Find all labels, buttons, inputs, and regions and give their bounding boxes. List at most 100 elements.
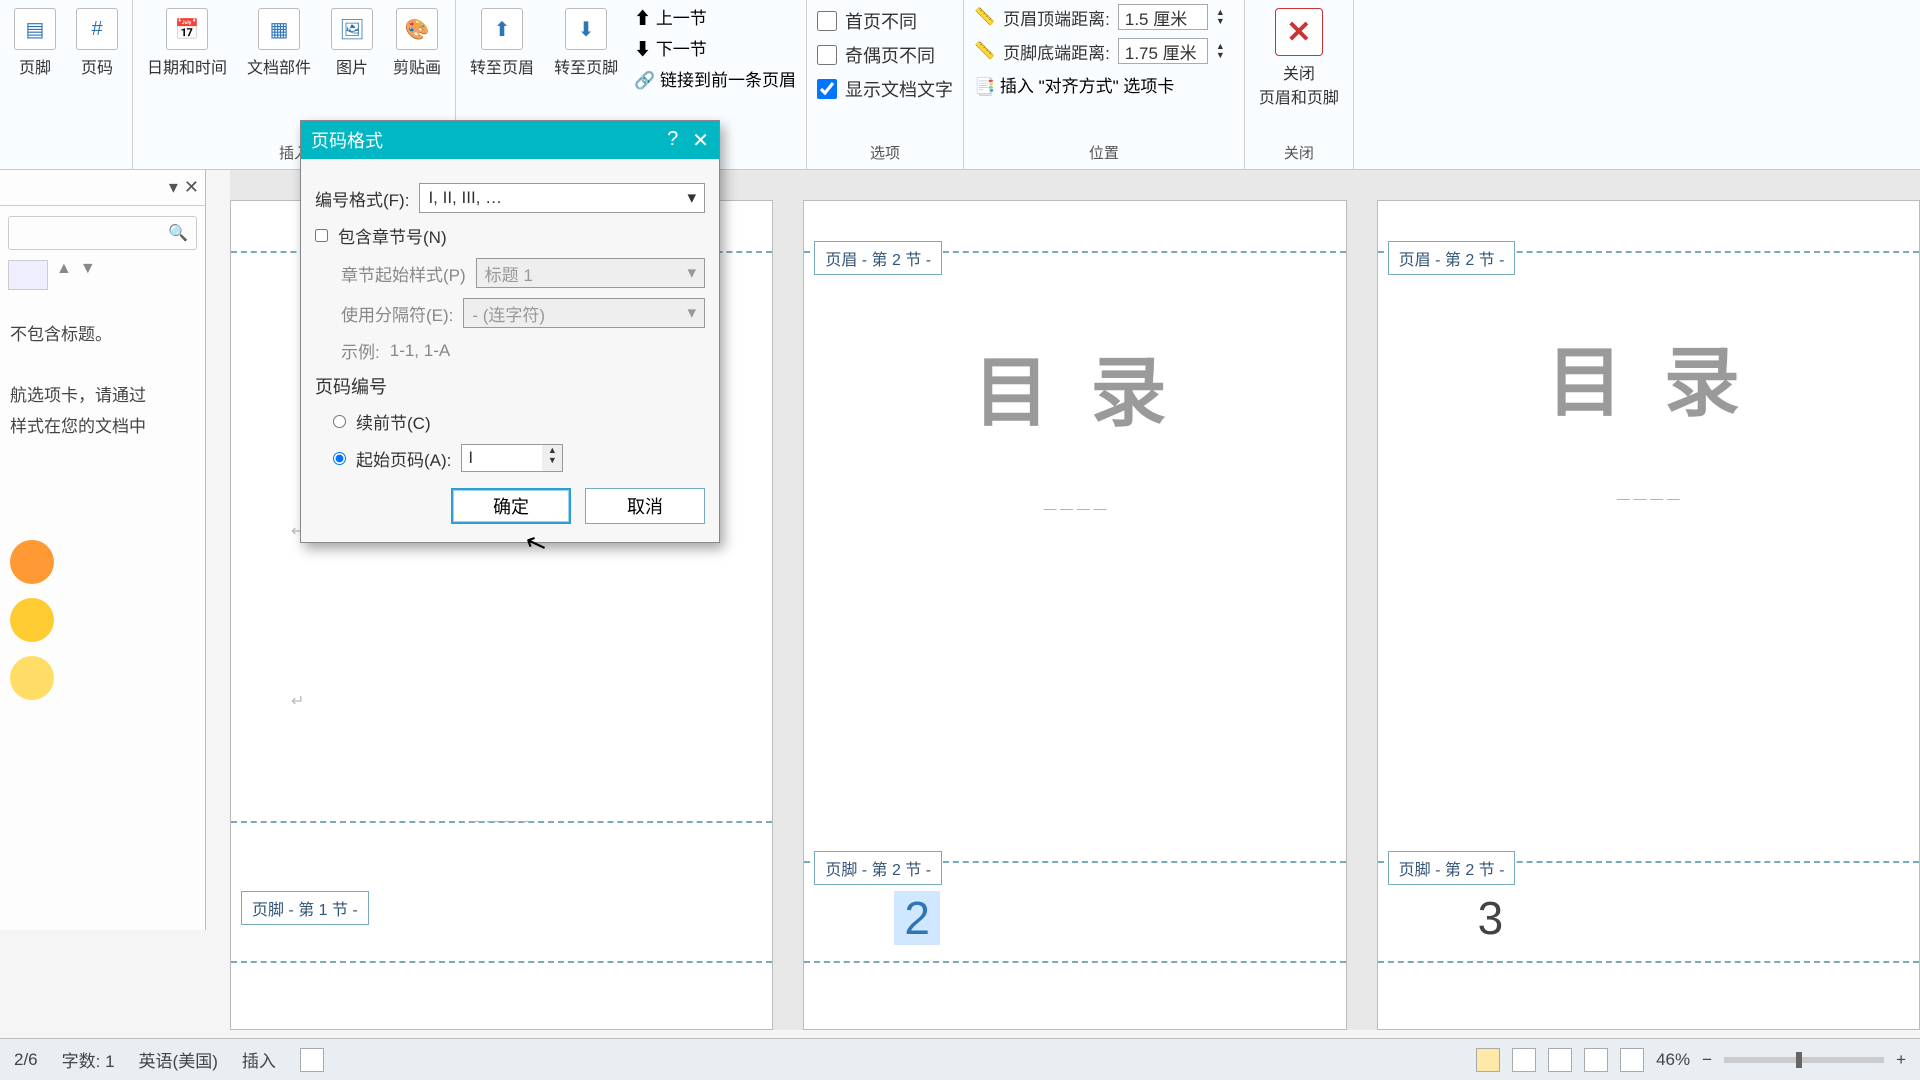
number-format-label: 编号格式(F): <box>315 186 409 211</box>
cancel-button[interactable]: 取消 <box>585 488 705 524</box>
status-page[interactable]: 2/6 <box>14 1050 38 1070</box>
page-3[interactable]: 页眉 - 第 2 节 - 目 录 — — — — 页脚 - 第 2 节 - 3 <box>1377 200 1920 1030</box>
goto-footer-label: 转至页脚 <box>554 54 618 78</box>
status-mode[interactable]: 插入 <box>242 1047 276 1072</box>
footer-label: 页脚 - 第 1 节 - <box>241 891 369 925</box>
picture-icon: 🖼 <box>331 8 373 50</box>
header-label: 页眉 - 第 2 节 - <box>1388 241 1516 275</box>
footer-distance-spinner[interactable]: 📏 页脚底端距离:1.75 厘米▲▼ <box>974 38 1234 64</box>
status-bar: 2/6 字数: 1 英语(美国) 插入 46% − + <box>0 1038 1920 1080</box>
zoom-out-icon[interactable]: − <box>1702 1050 1712 1070</box>
view-web-icon[interactable] <box>1548 1048 1572 1072</box>
status-language[interactable]: 英语(美国) <box>139 1047 218 1072</box>
picture-label: 图片 <box>336 54 368 78</box>
close-hf-label: 关闭 页眉和页脚 <box>1259 60 1339 108</box>
datetime-button[interactable]: 📅日期和时间 <box>143 4 231 82</box>
quickparts-button[interactable]: ▦文档部件 <box>243 4 315 82</box>
view-print-icon[interactable] <box>1476 1048 1500 1072</box>
numbering-header: 页码编号 <box>315 373 705 399</box>
quickparts-label: 文档部件 <box>247 54 311 78</box>
ok-button[interactable]: 确定 <box>451 488 571 524</box>
dialog-close-icon[interactable]: ✕ <box>692 128 709 153</box>
show-doc-text-checkbox[interactable]: 显示文档文字 <box>817 72 953 106</box>
ribbon-group-close: ✕ 关闭 页眉和页脚 关闭 <box>1245 0 1354 169</box>
goto-header-icon: ⬆ <box>481 8 523 50</box>
page-number-label: 页码 <box>81 54 113 78</box>
header-distance-spinner[interactable]: 📏 页眉顶端距离:1.5 厘米▲▼ <box>974 4 1234 30</box>
picture-button[interactable]: 🖼 图片 <box>327 4 377 82</box>
insert-align-tab-button[interactable]: 📑 插入 "对齐方式" 选项卡 <box>974 72 1234 97</box>
dialog-help-icon[interactable]: ? <box>667 128 678 153</box>
footer-label: 页脚 - 第 2 节 - <box>814 851 942 885</box>
nav-tab-next-icon[interactable]: ▼ <box>80 260 96 290</box>
separator-label: 使用分隔符(E): <box>341 301 453 326</box>
status-zoom[interactable]: 46% <box>1656 1050 1690 1070</box>
page-2[interactable]: 页眉 - 第 2 节 - 目 录 — — — — 页脚 - 第 2 节 - 2 <box>803 200 1346 1030</box>
nav-tab-prev-icon[interactable]: ▲ <box>56 260 72 290</box>
ribbon-group-options: 首页不同 奇偶页不同 显示文档文字 选项 <box>807 0 964 169</box>
prev-section-button[interactable]: ⬆ 上一节 <box>634 4 796 29</box>
diff-first-page-checkbox[interactable]: 首页不同 <box>817 4 953 38</box>
status-icon[interactable] <box>300 1048 324 1072</box>
view-read-icon[interactable] <box>1512 1048 1536 1072</box>
nav-tab-headings[interactable] <box>8 260 48 290</box>
ribbon-group-headerfooter: ▤ 页脚 # 页码 <box>0 0 133 169</box>
page-number-button[interactable]: # 页码 <box>72 4 122 82</box>
diff-odd-even-checkbox[interactable]: 奇偶页不同 <box>817 38 953 72</box>
ribbon-group-position: 📏 页眉顶端距离:1.5 厘米▲▼ 📏 页脚底端距离:1.75 厘米▲▼ 📑 插… <box>964 0 1245 169</box>
search-icon: 🔍 <box>168 223 188 243</box>
page-number-icon: # <box>76 8 118 50</box>
page-number: 2 <box>894 891 940 945</box>
header-label: 页眉 - 第 2 节 - <box>814 241 942 275</box>
dialog-titlebar[interactable]: 页码格式 ? ✕ <box>301 121 719 159</box>
example-label: 示例: <box>341 338 380 363</box>
page-number-format-dialog: 页码格式 ? ✕ 编号格式(F): I, II, III, … ▾ 包含章节号(… <box>300 120 720 543</box>
footer-button[interactable]: ▤ 页脚 <box>10 4 60 82</box>
group-label: 位置 <box>1089 132 1119 169</box>
side-badges <box>10 540 54 700</box>
example-value: 1-1, 1-A <box>390 341 450 361</box>
toc-heading: 目 录 <box>1378 321 1919 431</box>
group-label: 关闭 <box>1284 132 1314 169</box>
faint-line: — — — — <box>1378 491 1919 506</box>
chapter-style-label: 章节起始样式(P) <box>341 261 466 286</box>
view-draft-icon[interactable] <box>1620 1048 1644 1072</box>
footer-label: 页脚 - 第 2 节 - <box>1388 851 1516 885</box>
toc-heading: 目 录 <box>804 331 1345 441</box>
zoom-in-icon[interactable]: + <box>1896 1050 1906 1070</box>
group-label: 选项 <box>870 132 900 169</box>
nav-close-icon[interactable]: ✕ <box>184 177 199 198</box>
start-at-spinner[interactable]: I ▲▼ <box>461 444 563 472</box>
goto-header-label: 转至页眉 <box>470 54 534 78</box>
goto-footer-button[interactable]: ⬇ 转至页脚 <box>550 4 622 91</box>
separator-select: - (连字符)▾ <box>463 298 705 328</box>
clipart-label: 剪贴画 <box>393 54 441 78</box>
close-icon: ✕ <box>1275 8 1323 56</box>
goto-header-button[interactable]: ⬆ 转至页眉 <box>466 4 538 91</box>
continue-prev-radio[interactable]: 续前节(C) <box>333 409 705 434</box>
nav-message: 不包含标题。 航选项卡，请通过 样式在您的文档中 <box>0 290 205 472</box>
nav-search-input[interactable]: 🔍 <box>8 216 197 250</box>
next-section-button[interactable]: ⬇ 下一节 <box>634 35 796 60</box>
badge-icon <box>10 540 54 584</box>
nav-dropdown-icon[interactable]: ▾ <box>169 177 178 198</box>
link-previous-button[interactable]: 🔗 链接到前一条页眉 <box>634 66 796 91</box>
number-format-select[interactable]: I, II, III, … ▾ <box>419 183 705 213</box>
footer-icon: ▤ <box>14 8 56 50</box>
badge-icon <box>10 656 54 700</box>
chevron-down-icon: ▾ <box>687 188 696 208</box>
ribbon: ▤页脚 #页码 📅日期和时间 ▦文档部件 🖼图片 🎨剪贴画 插入 ⬆转至页眉 ⬇… <box>0 0 1920 170</box>
close-hf-button[interactable]: ✕ 关闭 页眉和页脚 <box>1255 4 1343 112</box>
include-chapter-checkbox[interactable]: 包含章节号(N) <box>315 223 705 248</box>
start-at-radio[interactable]: 起始页码(A): I ▲▼ <box>333 444 705 472</box>
clipart-button[interactable]: 🎨 剪贴画 <box>389 4 445 82</box>
dialog-title: 页码格式 <box>311 127 383 153</box>
clipart-icon: 🎨 <box>396 8 438 50</box>
view-outline-icon[interactable] <box>1584 1048 1608 1072</box>
footer-label: 页脚 <box>19 54 51 78</box>
datetime-label: 日期和时间 <box>147 54 227 78</box>
zoom-slider[interactable] <box>1724 1057 1884 1063</box>
chapter-style-select: 标题 1▾ <box>476 258 705 288</box>
status-wordcount[interactable]: 字数: 1 <box>62 1047 115 1072</box>
goto-footer-icon: ⬇ <box>565 8 607 50</box>
